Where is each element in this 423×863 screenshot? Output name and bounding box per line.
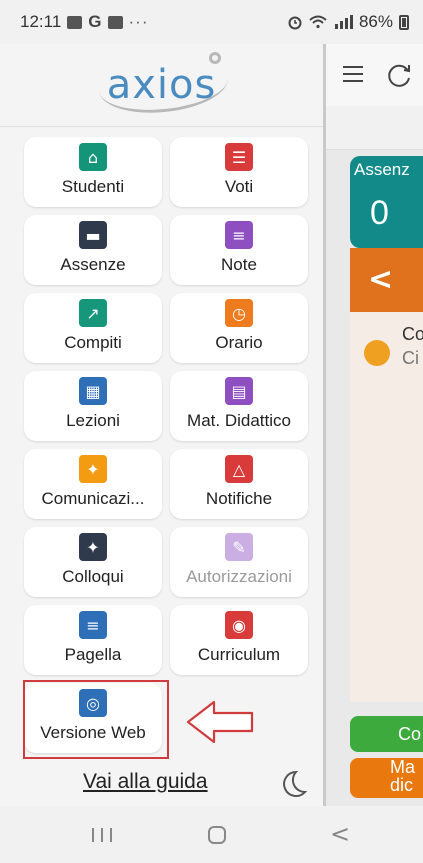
tile-assenze[interactable]: ▬ Assenze [24,215,162,285]
battery-icon [399,14,409,30]
left-arrow-icon [186,700,254,744]
assenze-card[interactable]: Assenz 0 [350,156,423,248]
green-button[interactable]: Co [350,716,423,752]
orange-button[interactable]: Ma dic [350,758,423,798]
main-app-partial: Assenz 0 < Co Ci Co Ma dic [326,44,423,806]
teacher-board-icon: ▦ [79,377,107,405]
moon-icon[interactable] [276,768,308,800]
assenze-card-count: 0 [370,194,389,232]
books-icon: ▤ [225,377,253,405]
home-icon[interactable] [208,826,226,844]
status-left: 12:11 G ··· [20,12,149,32]
bed-icon: ▬ [79,221,107,249]
tile-orario[interactable]: ◷ Orario [170,293,308,363]
tile-pagella[interactable]: ≡ Pagella [24,605,162,675]
tile-label: Curriculum [197,645,281,664]
logo-divider [0,126,323,127]
pdf-icon: ✦ [79,455,107,483]
tile-mat-didattico[interactable]: ▤ Mat. Didattico [170,371,308,441]
tile-curriculum[interactable]: ◉ Curriculum [170,605,308,675]
alarm-icon [288,16,302,30]
event-subtitle: Ci [402,348,419,368]
more-notifications-icon: ··· [128,12,149,31]
refresh-icon[interactable] [384,60,414,90]
tile-colloqui[interactable]: ✦ Colloqui [24,527,162,597]
tile-voti[interactable]: ☰ Voti [170,137,308,207]
authorization-icon: ✎ [225,533,253,561]
tile-label: Lezioni [66,411,120,430]
tile-lezioni[interactable]: ▦ Lezioni [24,371,162,441]
tile-label: Pagella [64,645,122,664]
orange-button-line2: dic [390,775,414,795]
axios-logo: axios [96,52,231,119]
status-right: 86% [287,12,409,32]
chalkboard-icon: ↗ [79,299,107,327]
tile-label: Colloqui [62,567,124,586]
report-card-icon: ≡ [79,611,107,639]
event-dot [364,340,390,366]
tile-compiti[interactable]: ↗ Compiti [24,293,162,363]
gallery-icon [67,15,83,29]
menu-icon[interactable] [343,66,363,82]
note-icon: ≡ [225,221,253,249]
app-subbar [326,106,423,150]
tile-label: Autorizzazioni [186,567,292,586]
navigation-drawer: axios ⌂ Studenti ☰ Voti ▬ Assenze ≡ Note ↗ Compit… [0,44,323,806]
phone-screen: 12:11 G ··· 86% axios ⌂ Studenti ☰ Voti ▬ Ass… [0,0,423,863]
chevron-left-icon[interactable]: < [368,262,393,297]
system-nav-bar: < [0,806,423,863]
graduation-icon: ⌂ [79,143,107,171]
app-logo: axios [0,44,323,126]
clipboard-grades-icon: ☰ [225,143,253,171]
back-icon[interactable]: < [330,820,350,848]
logo-dot [208,52,221,64]
signal-icon [334,15,353,29]
certificate-icon: ◉ [225,611,253,639]
tile-label: Mat. Didattico [187,411,291,430]
tile-label: Comunicazi... [41,489,145,508]
bell-icon: △ [225,455,253,483]
orange-button-line1: Ma [390,758,416,777]
tile-label: Notifiche [205,489,273,508]
recent-apps-icon[interactable] [92,828,112,842]
guide-link[interactable]: Vai alla guida [83,770,208,794]
status-time: 12:11 [20,12,62,31]
tile-label: Studenti [61,177,125,196]
tile-autorizzazioni: ✎ Autorizzazioni [170,527,308,597]
event-title[interactable]: Co [402,324,423,345]
assenze-card-title: Assenz [354,160,410,179]
tile-label: Assenze [60,255,126,274]
tile-note[interactable]: ≡ Note [170,215,308,285]
wifi-icon [309,15,327,29]
tile-notifiche[interactable]: △ Notifiche [170,449,308,519]
tile-label: Orario [215,333,263,352]
tile-comunicazi[interactable]: ✦ Comunicazi... [24,449,162,519]
battery-percent: 86% [358,12,393,31]
clock-icon: ◷ [225,299,253,327]
meeting-icon: ✦ [79,533,107,561]
tile-label: Compiti [64,333,122,352]
highlight-box [23,680,169,759]
event-list: Co Ci [350,312,423,702]
date-nav-bar: < [350,248,423,312]
tile-studenti[interactable]: ⌂ Studenti [24,137,162,207]
status-bar: 12:11 G ··· 86% [0,0,423,44]
google-icon: G [88,12,102,31]
tile-label: Note [221,255,257,274]
calendar-icon [107,15,123,29]
tile-label: Voti [224,177,254,196]
app-toolbar [326,44,423,106]
